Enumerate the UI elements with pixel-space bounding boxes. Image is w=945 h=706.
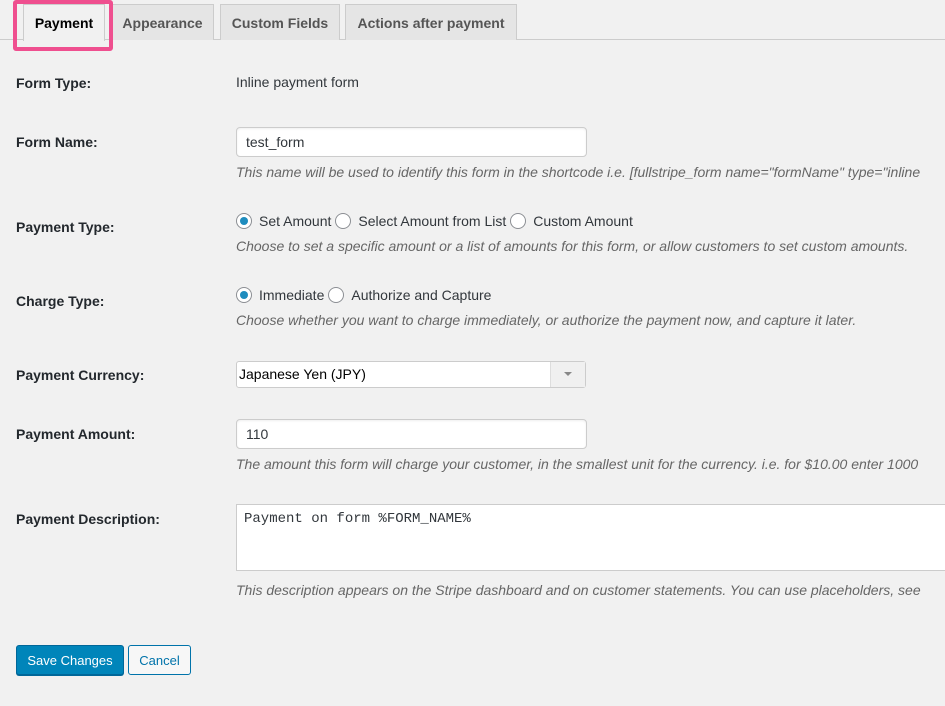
chevron-down-icon [564, 372, 572, 376]
form-type-label: Form Type: [16, 75, 92, 91]
radio-label: Select Amount from List [358, 213, 507, 229]
radio-label: Authorize and Capture [351, 287, 492, 303]
charge-type-label: Charge Type: [16, 293, 105, 309]
radio-button-checked[interactable] [236, 287, 252, 303]
payment-description-label: Payment Description: [16, 511, 160, 527]
radio-option-set-amount[interactable]: Set Amount [236, 213, 331, 229]
currency-dropdown-button[interactable] [550, 362, 585, 387]
form-type-value: Inline payment form [236, 74, 359, 90]
radio-button[interactable] [510, 213, 527, 229]
payment-amount-description: The amount this form will charge your cu… [236, 456, 919, 472]
currency-select[interactable]: Japanese Yen (JPY) [236, 361, 586, 388]
radio-label: Custom Amount [533, 213, 633, 229]
tab-actions-after-payment[interactable]: Actions after payment [345, 4, 517, 40]
form-name-input[interactable] [236, 127, 587, 157]
payment-type-label: Payment Type: [16, 219, 115, 235]
payment-description-textarea[interactable]: Payment on form %FORM_NAME% [236, 504, 945, 571]
currency-select-value: Japanese Yen (JPY) [239, 366, 366, 382]
radio-option-immediate[interactable]: Immediate [236, 287, 324, 303]
payment-type-radio-group: Set Amount Select Amount from List Custo… [236, 213, 637, 229]
payment-type-description: Choose to set a specific amount or a lis… [236, 238, 909, 254]
payment-amount-label: Payment Amount: [16, 426, 136, 442]
radio-option-authorize-and-capture[interactable]: Authorize and Capture [328, 287, 491, 303]
form-name-description: This name will be used to identify this … [236, 164, 921, 180]
charge-type-description: Choose whether you want to charge immedi… [236, 312, 857, 328]
tab-custom-fields[interactable]: Custom Fields [220, 4, 340, 40]
radio-label: Immediate [259, 287, 325, 303]
tab-appearance[interactable]: Appearance [111, 4, 214, 40]
save-changes-button[interactable]: Save Changes [16, 645, 124, 675]
payment-description-help: This description appears on the Stripe d… [236, 582, 921, 598]
charge-type-radio-group: Immediate Authorize and Capture [236, 287, 495, 303]
tab-bar: Payment Appearance Custom Fields Actions… [0, 0, 945, 41]
form-name-label: Form Name: [16, 134, 98, 150]
radio-option-custom-amount[interactable]: Custom Amount [510, 213, 633, 229]
radio-button[interactable] [328, 287, 345, 303]
payment-amount-input[interactable] [236, 419, 587, 449]
radio-option-select-amount-from-list[interactable]: Select Amount from List [335, 213, 506, 229]
radio-label: Set Amount [259, 213, 332, 229]
tab-payment[interactable]: Payment [23, 4, 105, 41]
cancel-button[interactable]: Cancel [128, 645, 191, 675]
radio-button[interactable] [335, 213, 352, 229]
radio-button-checked[interactable] [236, 213, 252, 229]
payment-currency-label: Payment Currency: [16, 367, 145, 383]
